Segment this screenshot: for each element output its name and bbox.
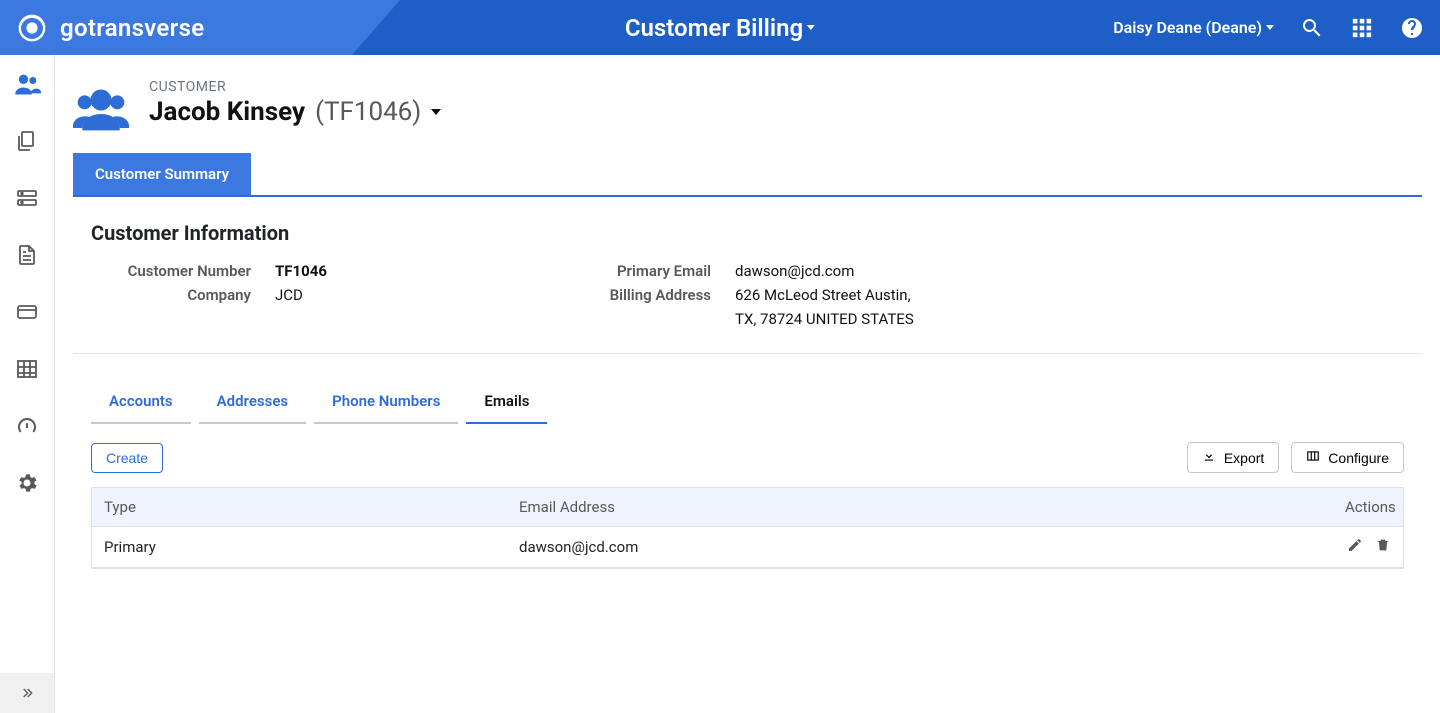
label-primary-email: Primary Email [571,259,711,283]
value-billing-address-l2: TX, 78724 UNITED STATES [735,307,914,331]
brand[interactable]: gotransverse [0,12,204,44]
sub-tabs: Accounts Addresses Phone Numbers Emails [91,382,1422,424]
action-row: Create Export Configure [91,442,1404,473]
customer-name-dropdown[interactable]: Jacob Kinsey (TF1046) [149,97,441,127]
header-title-dropdown[interactable]: Customer Billing [625,14,815,42]
header-title-label: Customer Billing [625,14,803,42]
apps-grid-icon[interactable] [1350,16,1374,40]
tab-addresses[interactable]: Addresses [199,382,306,424]
tab-emails[interactable]: Emails [466,382,547,424]
top-tabs: Customer Summary [73,153,1422,197]
brand-logo-icon [16,12,48,44]
customer-group-icon [73,79,129,135]
search-icon[interactable] [1300,16,1324,40]
create-button[interactable]: Create [91,443,163,473]
customer-header: CUSTOMER Jacob Kinsey (TF1046) [73,79,1422,135]
col-email[interactable]: Email Address [507,488,1333,526]
download-icon [1202,449,1216,466]
label-company: Company [91,283,251,307]
sidebar-item-card[interactable] [0,283,54,340]
value-primary-email: dawson@jcd.com [735,259,914,283]
sidebar-item-document[interactable] [0,226,54,283]
customer-eyebrow: CUSTOMER [149,79,441,95]
caret-down-icon [1266,25,1274,30]
value-customer-number: TF1046 [275,259,327,283]
export-button[interactable]: Export [1187,442,1279,473]
table-header: Type Email Address Actions [92,488,1403,527]
help-icon[interactable] [1400,16,1424,40]
sidebar-item-copy[interactable] [0,112,54,169]
value-company: JCD [275,283,327,307]
columns-icon [1306,449,1320,466]
customer-info-grid: Customer Number Company TF1046 JCD Prima… [73,259,1422,354]
sidebar-expand-button[interactable] [0,673,54,713]
emails-table: Type Email Address Actions Primary dawso… [91,487,1404,569]
col-type[interactable]: Type [92,488,507,526]
configure-button[interactable]: Configure [1291,442,1404,473]
app-header: gotransverse Customer Billing Daisy Dean… [0,0,1440,55]
customer-id: (TF1046) [315,97,421,127]
export-label: Export [1224,450,1264,466]
header-right: Daisy Deane (Deane) [1113,16,1424,40]
sidebar-item-settings[interactable] [0,454,54,511]
configure-label: Configure [1328,450,1389,466]
edit-icon[interactable] [1347,537,1363,557]
sidebar-item-server[interactable] [0,169,54,226]
cell-type: Primary [92,528,507,566]
sidebar [0,55,55,713]
value-billing-address-l1: 626 McLeod Street Austin, [735,283,914,307]
sidebar-item-table[interactable] [0,340,54,397]
col-actions: Actions [1333,488,1403,526]
user-menu[interactable]: Daisy Deane (Deane) [1113,18,1274,37]
trash-icon[interactable] [1375,537,1391,557]
caret-down-icon [431,109,441,115]
caret-down-icon [807,25,815,30]
main-content: CUSTOMER Jacob Kinsey (TF1046) Customer … [55,55,1440,713]
cell-email: dawson@jcd.com [507,528,1333,566]
table-row: Primary dawson@jcd.com [92,527,1403,568]
sidebar-item-dashboard[interactable] [0,397,54,454]
tab-customer-summary[interactable]: Customer Summary [73,153,251,195]
tab-accounts[interactable]: Accounts [91,382,191,424]
tab-phone-numbers[interactable]: Phone Numbers [314,382,458,424]
label-billing-address: Billing Address [571,283,711,307]
user-name: Daisy Deane (Deane) [1113,18,1262,37]
sidebar-item-customers[interactable] [0,55,54,112]
brand-name: gotransverse [60,14,204,42]
section-title: Customer Information [91,221,1422,245]
label-customer-number: Customer Number [91,259,251,283]
customer-name: Jacob Kinsey [149,97,305,127]
